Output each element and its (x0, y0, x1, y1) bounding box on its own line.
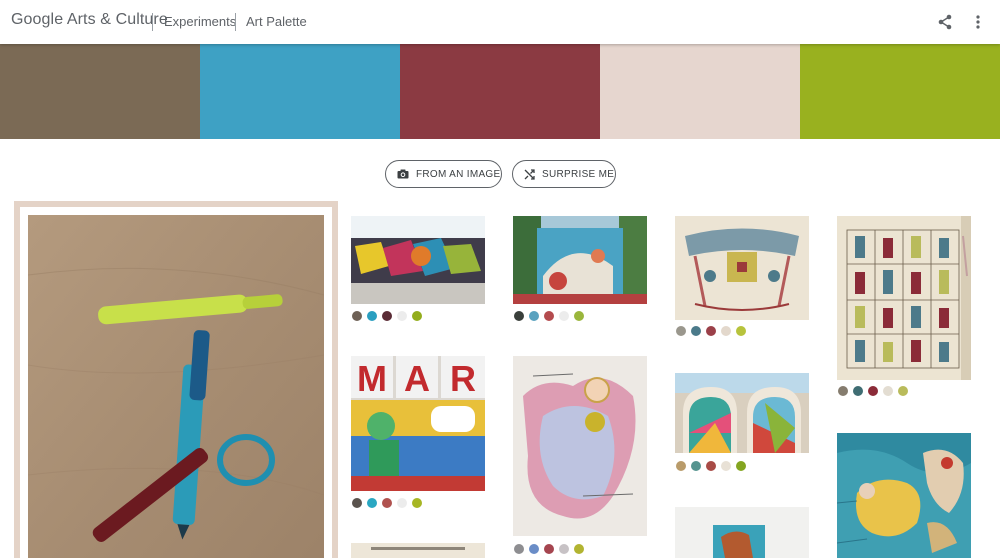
svg-text:A: A (404, 358, 430, 399)
palette-swatch[interactable] (800, 44, 1000, 139)
artwork-thumbnail (513, 216, 647, 304)
breadcrumb-separator (152, 13, 153, 31)
artwork-thumbnail (837, 433, 971, 558)
color-dot (367, 311, 377, 321)
artwork-thumbnail (351, 543, 485, 558)
color-dot (721, 326, 731, 336)
color-dot (736, 461, 746, 471)
breadcrumb-art-palette: Art Palette (246, 14, 307, 29)
result-card[interactable] (351, 216, 485, 324)
color-dot (382, 311, 392, 321)
svg-text:R: R (450, 358, 476, 399)
color-dot (397, 311, 407, 321)
color-dot (574, 311, 584, 321)
color-dot (352, 498, 362, 508)
palette-swatch[interactable] (400, 44, 600, 139)
color-dot (352, 311, 362, 321)
color-dot (559, 311, 569, 321)
result-card[interactable] (351, 543, 485, 558)
app-header: Google Arts & Culture Experiments Art Pa… (0, 0, 1000, 44)
color-dot (574, 544, 584, 554)
color-palette (0, 44, 1000, 139)
color-dot (706, 461, 716, 471)
color-dot (736, 326, 746, 336)
color-dot (691, 461, 701, 471)
surprise-me-button[interactable]: SURPRISE ME (512, 160, 616, 188)
result-card[interactable] (837, 216, 971, 398)
shuffle-icon (524, 168, 535, 180)
color-dot (559, 544, 569, 554)
color-dot (514, 544, 524, 554)
color-dot (676, 461, 686, 471)
color-dot (883, 386, 893, 396)
color-dot (706, 326, 716, 336)
artwork-thumbnail (837, 216, 971, 380)
source-image[interactable] (28, 215, 324, 558)
artwork-thumbnail: M A R (351, 356, 485, 491)
more-options-icon[interactable] (967, 11, 989, 33)
color-dot (412, 498, 422, 508)
result-card[interactable] (675, 216, 809, 342)
color-dot (544, 311, 554, 321)
camera-icon (397, 169, 409, 179)
palette-swatch[interactable] (200, 44, 400, 139)
color-dot (382, 498, 392, 508)
color-dot (853, 386, 863, 396)
palette-swatch[interactable] (600, 44, 800, 139)
color-dot (397, 498, 407, 508)
breadcrumb-experiments[interactable]: Experiments (164, 14, 236, 29)
result-card[interactable] (837, 433, 971, 558)
result-card[interactable]: M A R (351, 356, 485, 511)
result-card[interactable] (675, 373, 809, 473)
artwork-thumbnail (351, 216, 485, 304)
share-icon[interactable] (934, 11, 956, 33)
color-dots (676, 326, 746, 336)
color-dot (676, 326, 686, 336)
svg-text:M: M (357, 358, 387, 399)
brand-logo[interactable]: Google Arts & Culture (11, 11, 168, 29)
color-dots (352, 498, 422, 508)
artwork-thumbnail (675, 373, 809, 453)
color-dot (529, 544, 539, 554)
color-dots (352, 311, 422, 321)
breadcrumb-separator (235, 13, 236, 31)
from-image-label: FROM AN IMAGE (416, 168, 501, 180)
color-dot (514, 311, 524, 321)
color-dots (838, 386, 908, 396)
color-dot (412, 311, 422, 321)
artwork-thumbnail (513, 356, 647, 536)
artwork-thumbnail (675, 507, 809, 558)
color-dots (514, 544, 584, 554)
color-dot (898, 386, 908, 396)
color-dots (514, 311, 584, 321)
color-dot (544, 544, 554, 554)
color-dot (721, 461, 731, 471)
palette-swatch[interactable] (0, 44, 200, 139)
color-dot (529, 311, 539, 321)
result-card[interactable] (675, 507, 809, 558)
result-card[interactable] (513, 216, 647, 324)
artwork-thumbnail (675, 216, 809, 320)
color-dot (691, 326, 701, 336)
color-dot (868, 386, 878, 396)
from-image-button[interactable]: FROM AN IMAGE (385, 160, 502, 188)
surprise-me-label: SURPRISE ME (542, 168, 615, 180)
color-dots (676, 461, 746, 471)
result-card[interactable] (513, 356, 647, 556)
color-dot (367, 498, 377, 508)
color-dot (838, 386, 848, 396)
